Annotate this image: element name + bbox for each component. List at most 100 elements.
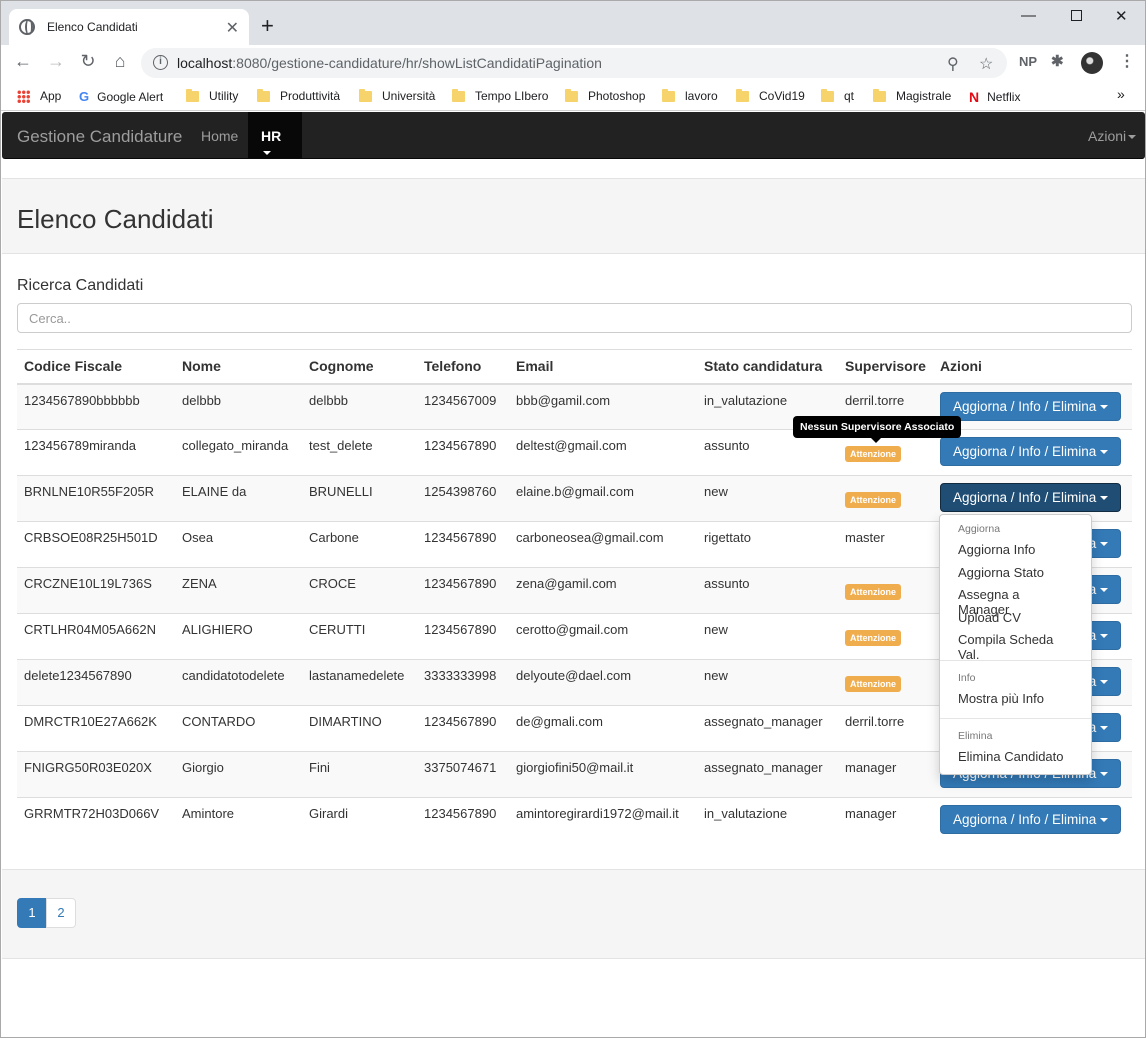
home-icon[interactable]: ⌂ — [108, 51, 132, 72]
cell-nome: Amintore — [175, 797, 302, 844]
cell-tel: 3375074671 — [417, 751, 509, 798]
bookmark-utility[interactable]: Utility — [186, 88, 238, 103]
folder-icon — [359, 88, 372, 102]
cell-cf: 1234567890bbbbbb — [17, 383, 175, 430]
bookmark-label: Tempo LIbero — [475, 89, 549, 103]
actions-dropdown-button[interactable]: Aggiorna / Info / Elimina — [939, 437, 1122, 466]
cell-cognome: DIMARTINO — [302, 705, 417, 752]
cell-nome: ELAINE da — [175, 475, 302, 522]
menu-item-compila-scheda[interactable]: Compila Scheda Val. — [940, 629, 1091, 662]
col-codice-fiscale: Codice Fiscale — [17, 349, 175, 385]
warning-badge[interactable]: Attenzione — [845, 492, 901, 508]
warning-badge[interactable]: Attenzione — [845, 446, 901, 462]
search-input[interactable] — [17, 303, 1132, 333]
navbar-brand[interactable]: Gestione Candidature — [17, 127, 182, 147]
dropdown-header-info: Info — [958, 671, 976, 684]
new-tab-button[interactable]: + — [261, 13, 274, 39]
profile-avatar-icon[interactable] — [1081, 52, 1103, 74]
actions-dropdown-button[interactable]: Aggiorna / Info / Elimina — [939, 805, 1122, 834]
cell-supervisore: Attenzione — [838, 613, 933, 660]
cell-tel: 1234567890 — [417, 429, 509, 476]
cell-cognome: lastanamedelete — [302, 659, 417, 706]
cell-tel: 1234567890 — [417, 797, 509, 844]
cell-email: giorgiofini50@mail.it — [509, 751, 697, 798]
forward-icon[interactable]: → — [44, 51, 68, 72]
menu-item-elimina-candidato[interactable]: Elimina Candidato — [940, 746, 1091, 769]
supervisor-tooltip: Nessun Supervisore Associato — [793, 416, 962, 443]
nav-home[interactable]: Home — [201, 128, 238, 144]
bookmark-produttivita[interactable]: Produttività — [257, 88, 340, 103]
address-bar[interactable]: i localhost:8080/gestione-candidature/hr… — [141, 48, 1007, 78]
close-tab-icon[interactable]: ✕ — [226, 18, 239, 38]
tab-title: Elenco Candidati — [47, 20, 138, 34]
bookmark-qt[interactable]: qt — [821, 88, 854, 103]
actions-dropdown-button[interactable]: Aggiorna / Info / Elimina — [939, 483, 1122, 512]
actions-button-label: Aggiorna / Info / Elimina — [952, 490, 1097, 505]
more-bookmarks-icon[interactable]: » — [1117, 86, 1125, 102]
cell-stato: new — [697, 613, 838, 660]
np-extension-icon[interactable]: NP — [1019, 54, 1037, 69]
reload-icon[interactable]: ↻ — [76, 51, 100, 72]
browser-tab[interactable]: Elenco Candidati ✕ — [9, 9, 249, 45]
page-link-2[interactable]: 2 — [46, 898, 76, 928]
menu-item-mostra-info[interactable]: Mostra più Info — [940, 688, 1091, 711]
menu-item-aggiorna-info[interactable]: Aggiorna Info — [940, 539, 1091, 562]
back-icon[interactable]: ← — [11, 51, 35, 72]
actions-button-label: Aggiorna / Info / Elimina — [952, 444, 1097, 459]
col-telefono: Telefono — [417, 349, 509, 385]
warning-badge[interactable]: Attenzione — [845, 584, 901, 600]
cell-cognome: BRUNELLI — [302, 475, 417, 522]
folder-icon — [186, 88, 199, 102]
bookmark-app[interactable]: App — [17, 89, 61, 103]
cell-tel: 1234567890 — [417, 613, 509, 660]
bookmark-label: Google Alert — [97, 89, 164, 104]
bookmark-tempo-libero[interactable]: Tempo LIbero — [452, 88, 549, 103]
cell-cognome: CERUTTI — [302, 613, 417, 660]
cell-cf: GRRMTR72H03D066V — [17, 797, 175, 844]
folder-icon — [873, 88, 886, 102]
url-path: :8080/gestione-candidature/hr/showListCa… — [232, 55, 602, 71]
apps-grid-icon — [17, 89, 30, 103]
bookmark-star-icon[interactable]: ☆ — [979, 54, 993, 74]
warning-badge[interactable]: Attenzione — [845, 630, 901, 646]
cell-nome: ZENA — [175, 567, 302, 614]
browser-tabstrip: Elenco Candidati ✕ + — ✕ — [1, 1, 1145, 45]
bookmark-universita[interactable]: Università — [359, 88, 436, 103]
bookmark-photoshop[interactable]: Photoshop — [565, 88, 645, 103]
zoom-icon[interactable]: ⚲ — [947, 54, 959, 74]
actions-dropdown-button[interactable]: Aggiorna / Info / Elimina — [939, 391, 1122, 421]
bookmark-label: Netflix — [987, 90, 1021, 104]
menu-item-upload-cv[interactable]: Upload CV — [940, 607, 1091, 630]
bookmark-magistrale[interactable]: Magistrale — [873, 88, 951, 103]
dropdown-header-elimina: Elimina — [958, 730, 993, 742]
cell-nome: Giorgio — [175, 751, 302, 798]
bookmark-google-alert[interactable]: G Google Alert — [79, 89, 163, 104]
cell-cf: FNIGRG50R03E020X — [17, 751, 175, 798]
menu-kebab-icon[interactable]: ⋮ — [1119, 51, 1135, 71]
window-close-icon[interactable]: ✕ — [1115, 7, 1128, 25]
menu-item-assegna-manager[interactable]: Assegna a Manager — [940, 584, 1091, 617]
nav-azioni-dropdown[interactable]: Azioni — [1088, 128, 1137, 144]
extensions-puzzle-icon[interactable]: ✱ — [1051, 52, 1064, 70]
site-info-icon[interactable]: i — [153, 55, 168, 70]
cell-cf: CRTLHR04M05A662N — [17, 613, 175, 660]
cell-supervisore: Attenzione — [838, 475, 933, 522]
cell-cognome: Fini — [302, 751, 417, 798]
bookmark-covid19[interactable]: CoVid19 — [736, 88, 805, 103]
bookmark-lavoro[interactable]: lavoro — [662, 88, 718, 103]
cell-email: deltest@gmail.com — [509, 429, 697, 476]
bookmarks-bar: App G Google Alert Utility Produttività U… — [1, 81, 1145, 111]
table-row: GRRMTR72H03D066V Amintore Girardi 123456789… — [17, 797, 1132, 844]
maximize-icon[interactable] — [1071, 10, 1082, 21]
nav-azioni-label: Azioni — [1088, 128, 1127, 144]
bookmark-label: Università — [382, 89, 436, 103]
cell-supervisore: manager — [838, 797, 933, 844]
cell-cognome: Carbone — [302, 521, 417, 568]
menu-item-aggiorna-stato[interactable]: Aggiorna Stato — [940, 562, 1091, 585]
bookmark-netflix[interactable]: N Netflix — [969, 89, 1020, 105]
page-link-1[interactable]: 1 — [17, 898, 47, 928]
nav-hr-dropdown[interactable]: HR — [248, 112, 302, 158]
cell-cf: CRCZNE10L19L736S — [17, 567, 175, 614]
warning-badge[interactable]: Attenzione — [845, 676, 901, 692]
minimize-icon[interactable]: — — [1021, 7, 1036, 24]
